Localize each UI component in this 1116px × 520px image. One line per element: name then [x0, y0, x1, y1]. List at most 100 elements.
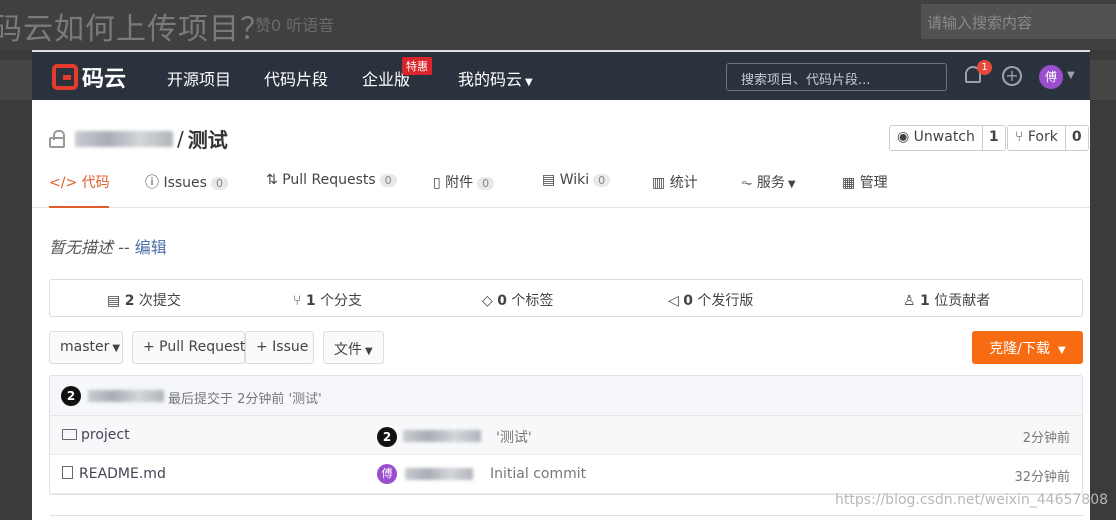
gitee-logo[interactable]: 码云 [52, 61, 126, 93]
repo-separator: / [177, 126, 184, 151]
tab-code[interactable]: </> 代码 [49, 172, 110, 208]
notification-badge: 1 [977, 60, 992, 75]
fork-label: ⑂ Fork [1008, 126, 1066, 150]
repo-title: / 测试 [49, 124, 228, 153]
tab-issues-label: Issues [163, 175, 207, 191]
chevron-down-icon: ▼ [365, 346, 373, 357]
user-avatar[interactable]: 傅 [1039, 65, 1063, 89]
divider [50, 515, 1084, 520]
committer-redacted[interactable] [403, 430, 481, 442]
tab-issues-count: 0 [210, 177, 228, 190]
tab-services[interactable]: ⏦ 服务 ▼ [741, 172, 796, 208]
tab-wiki-label: Wiki [559, 172, 590, 188]
clone-download-button[interactable]: 克隆/下载 ▼ [972, 331, 1083, 364]
chevron-down-icon: ▼ [787, 179, 796, 190]
tab-issues[interactable]: ⓘ Issues 0 [145, 172, 228, 208]
nav-snippets[interactable]: 代码片段 [264, 66, 328, 90]
stat-releases[interactable]: ◁ 0 个发行版 [668, 290, 753, 310]
file-name[interactable]: README.md [62, 466, 166, 482]
plus-icon[interactable]: + [1002, 66, 1022, 86]
annotation-badge: 2 [377, 427, 397, 447]
watch-text: Unwatch [913, 129, 975, 145]
tab-pull-requests-count: 0 [379, 174, 397, 187]
file-icon [62, 466, 73, 479]
commit-time: 2分钟前 [1022, 431, 1070, 446]
annotation-badge: 2 [61, 386, 81, 406]
new-pull-request-button[interactable]: + Pull Request [132, 331, 245, 364]
bar-chart-icon: ▥ [652, 175, 670, 191]
committer-avatar[interactable]: 傅 [377, 464, 397, 484]
repo-name[interactable]: 测试 [188, 124, 228, 153]
tab-attachments[interactable]: ▯ 附件 0 [433, 172, 495, 208]
tab-wiki-count: 0 [593, 174, 611, 187]
branch-select[interactable]: master ▼ [49, 331, 123, 364]
nav-open-source[interactable]: 开源项目 [167, 66, 231, 90]
wiki-icon: ▤ [542, 172, 560, 188]
stat-contributors[interactable]: ♙ 1 位贡献者 [903, 290, 990, 310]
tab-pull-requests[interactable]: ⇅ Pull Requests 0 [266, 172, 397, 208]
commits-count: 2 [124, 293, 135, 309]
file-menu-button[interactable]: 文件 ▼ [323, 331, 384, 364]
enterprise-promo-badge: 特惠 [402, 57, 432, 75]
fork-icon: ⑂ [1015, 129, 1028, 145]
table-row[interactable]: README.md 傅 Initial commit 32分钟前 [50, 455, 1082, 494]
tab-attachments-label: 附件 [445, 175, 474, 191]
repo-stats-bar: ▤ 2 次提交 ⑂ 1 个分支 ◇ 0 个标签 ◁ 0 个发行版 ♙ 1 位贡献… [49, 279, 1083, 317]
latest-commit-text[interactable]: 最后提交于 2分钟前 '测试' [168, 388, 322, 407]
commit-message[interactable]: Initial commit [490, 466, 586, 482]
background-page-title: 码云如何上传项目？ [0, 12, 271, 47]
logo-text: 码云 [82, 67, 127, 92]
watch-label: ◉ Unwatch [890, 126, 983, 150]
lock-icon [49, 130, 65, 148]
tab-manage-label: 管理 [859, 175, 888, 191]
gitee-window: 码云 开源项目 代码片段 企业版 特惠 我的码云 ▼ 搜索项目、代码片段... 1… [32, 50, 1090, 520]
commit-icon: ▤ [107, 293, 125, 309]
top-nav: 码云 开源项目 代码片段 企业版 特惠 我的码云 ▼ 搜索项目、代码片段... 1… [32, 52, 1090, 100]
watermark: https://blog.csdn.net/weixin_44657808 [835, 492, 1109, 508]
chevron-down-icon: ▼ [112, 343, 121, 354]
file-name-text: project [81, 427, 130, 443]
branch-select-label: master [60, 339, 110, 355]
fork-button[interactable]: ⑂ Fork 0 [1007, 125, 1089, 151]
table-row[interactable]: project 2 '测试' 2分钟前 [50, 416, 1082, 455]
tab-manage[interactable]: ▦ 管理 [842, 172, 888, 208]
repo-tabs: </> 代码 ⓘ Issues 0 ⇅ Pull Requests 0 ▯ 附件 0 … [32, 162, 1090, 208]
committer-redacted[interactable] [88, 390, 164, 402]
stat-branches[interactable]: ⑂ 1 个分支 [293, 290, 362, 310]
folder-icon [62, 429, 77, 440]
nav-my-gitee[interactable]: 我的码云 ▼ [458, 66, 533, 90]
release-icon: ◁ [668, 293, 684, 309]
edit-description-link[interactable]: 编辑 [135, 238, 167, 257]
new-issue-button[interactable]: + Issue [245, 331, 314, 364]
tab-wiki[interactable]: ▤ Wiki 0 [542, 172, 611, 208]
watch-button[interactable]: ◉ Unwatch 1 [889, 125, 1006, 151]
manage-icon: ▦ [842, 175, 860, 191]
code-icon: </> [49, 175, 82, 191]
tab-stats[interactable]: ▥ 统计 [652, 172, 698, 208]
releases-label: 个发行版 [697, 293, 754, 309]
tag-icon: ◇ [482, 293, 498, 309]
branches-label: 个分支 [320, 293, 363, 309]
tab-services-label: 服务 [756, 175, 785, 191]
background-search-input[interactable]: 请输入搜索内容 [921, 4, 1116, 39]
clone-download-label: 克隆/下载 [989, 341, 1050, 357]
file-list: 2 最后提交于 2分钟前 '测试' project 2 '测试' 2分钟前 RE… [49, 375, 1083, 495]
commit-time: 32分钟前 [1014, 470, 1070, 485]
stat-commits[interactable]: ▤ 2 次提交 [107, 290, 181, 310]
watch-count: 1 [988, 129, 999, 145]
commits-label: 次提交 [138, 293, 181, 309]
nav-my-gitee-label: 我的码云 [458, 70, 523, 89]
nav-search-input[interactable]: 搜索项目、代码片段... [726, 63, 947, 91]
fork-text: Fork [1027, 129, 1058, 145]
file-name[interactable]: project [62, 427, 130, 443]
tags-count: 0 [497, 293, 507, 309]
background-meta: 赞0 听语音 [255, 16, 335, 35]
branch-icon: ⑂ [293, 293, 306, 309]
chevron-down-icon[interactable]: ▼ [1067, 70, 1075, 81]
stat-tags[interactable]: ◇ 0 个标签 [482, 290, 553, 310]
tab-attachments-count: 0 [477, 177, 495, 190]
committer-redacted[interactable] [405, 468, 473, 480]
repo-owner-redacted[interactable] [75, 130, 173, 147]
description-text: 暂无描述 -- [49, 238, 130, 257]
commit-message[interactable]: '测试' [496, 427, 532, 447]
